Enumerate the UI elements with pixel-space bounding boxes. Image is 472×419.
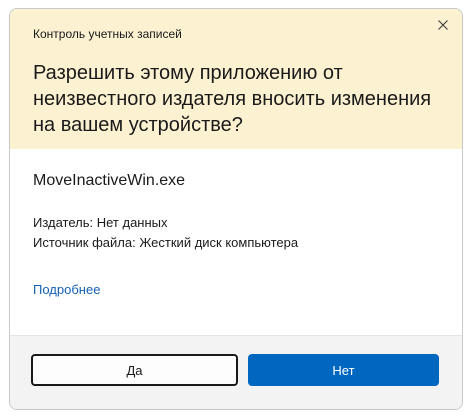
file-origin-info: Источник файла: Жесткий диск компьютера [33,235,299,250]
dialog-footer: Да Нет [10,335,462,409]
yes-button[interactable]: Да [31,354,238,386]
show-details-link[interactable]: Подробнее [33,282,100,297]
publisher-info: Издатель: Нет данных [33,215,168,230]
uac-dialog: Контроль учетных записей Разрешить этому… [9,8,463,410]
close-icon [438,20,448,30]
dialog-content: MoveInactiveWin.exe Издатель: Нет данных… [10,149,462,335]
program-name: MoveInactiveWin.exe [33,172,186,189]
dialog-header: Контроль учетных записей Разрешить этому… [10,9,462,149]
close-button[interactable] [424,9,462,41]
no-button[interactable]: Нет [248,354,439,386]
uac-question: Разрешить этому приложению от неизвестно… [33,62,432,136]
dialog-title: Контроль учетных записей [33,27,182,41]
